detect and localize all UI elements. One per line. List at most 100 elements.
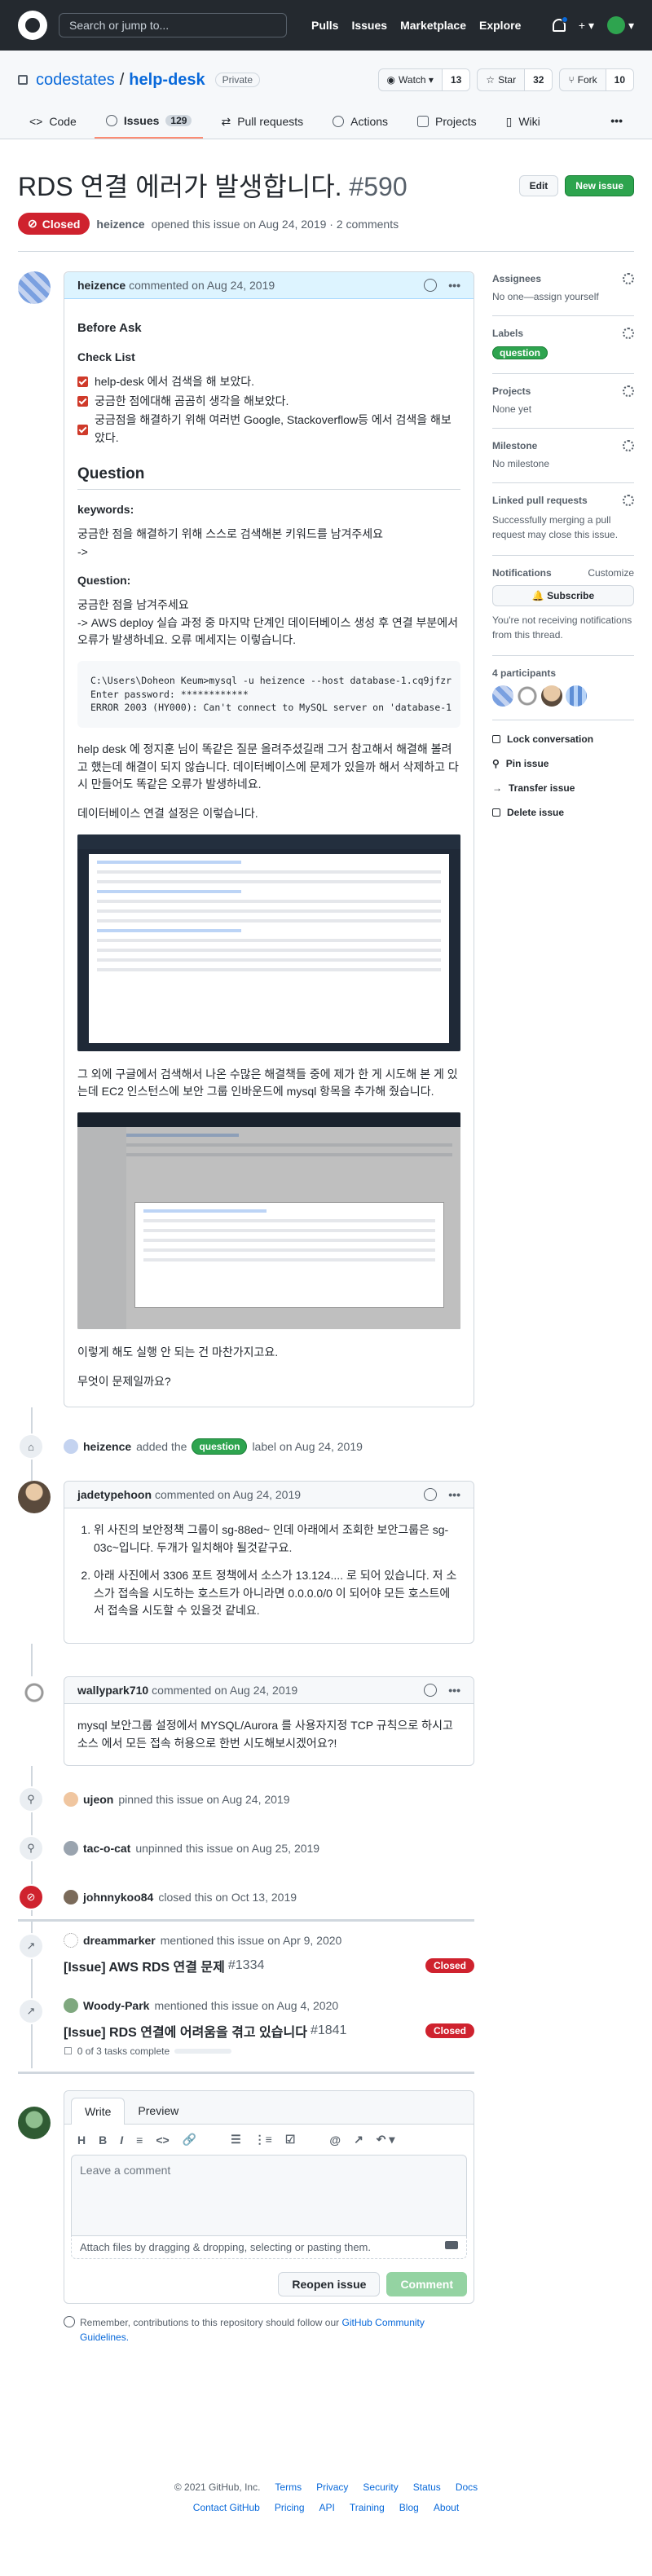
- participant-avatar[interactable]: [492, 685, 513, 707]
- comment-time[interactable]: commented on Aug 24, 2019: [129, 279, 275, 292]
- gear-icon[interactable]: [623, 495, 634, 506]
- comment-time[interactable]: commented on Aug 24, 2019: [155, 1488, 301, 1501]
- star-count[interactable]: 32: [525, 69, 553, 90]
- participant-avatar[interactable]: [566, 685, 587, 707]
- user-menu-caret-icon[interactable]: ▾: [628, 19, 634, 33]
- edit-button[interactable]: Edit: [518, 175, 559, 196]
- tab-code[interactable]: <> Code: [18, 108, 88, 139]
- comment-more-button[interactable]: •••: [448, 1488, 460, 1501]
- xref-issue-number[interactable]: #1334: [228, 1958, 265, 1973]
- code-icon[interactable]: <>: [156, 2133, 169, 2147]
- user-avatar[interactable]: [606, 16, 625, 34]
- bold-icon[interactable]: B: [99, 2133, 107, 2147]
- customize-link[interactable]: Customize: [588, 567, 634, 579]
- tab-wiki[interactable]: ▯ Wiki: [495, 108, 552, 139]
- nav-pulls[interactable]: Pulls: [311, 19, 338, 32]
- issue-author-link[interactable]: heizence: [96, 218, 144, 231]
- event-actor[interactable]: tac-o-cat: [83, 1842, 130, 1855]
- event-actor[interactable]: johnnykoo84: [83, 1891, 153, 1904]
- avatar[interactable]: [64, 1933, 78, 1949]
- heading-icon[interactable]: H: [77, 2133, 86, 2147]
- xref-issue-title[interactable]: [Issue] AWS RDS 연결 문제: [64, 1956, 225, 1975]
- avatar[interactable]: [64, 1841, 78, 1856]
- cross-reference-icon[interactable]: ↗: [354, 2133, 363, 2147]
- footer-link[interactable]: Terms: [275, 2477, 302, 2498]
- footer-link[interactable]: Blog: [399, 2498, 419, 2518]
- tab-actions[interactable]: Actions: [321, 108, 399, 139]
- participant-avatar[interactable]: [541, 685, 562, 707]
- search-input[interactable]: Search or jump to...: [59, 13, 287, 37]
- pin-issue-button[interactable]: ⚲ Pin issue: [492, 751, 634, 776]
- comment-more-button[interactable]: •••: [448, 1684, 460, 1697]
- footer-link[interactable]: Security: [363, 2477, 398, 2498]
- avatar[interactable]: [64, 1792, 78, 1808]
- repo-owner-link[interactable]: codestates: [36, 71, 115, 90]
- comment-author[interactable]: heizence: [77, 279, 126, 292]
- new-issue-button[interactable]: New issue: [565, 175, 634, 196]
- more-tabs-button[interactable]: •••: [599, 108, 634, 139]
- gear-icon[interactable]: [623, 328, 634, 339]
- footer-link[interactable]: API: [319, 2498, 335, 2518]
- gear-icon[interactable]: [623, 440, 634, 451]
- screenshot-image-security-group[interactable]: [77, 1112, 460, 1330]
- avatar[interactable]: [64, 1890, 78, 1905]
- assignees-value[interactable]: No one—assign yourself: [492, 291, 634, 302]
- nav-issues[interactable]: Issues: [351, 19, 387, 32]
- footer-link[interactable]: Pricing: [275, 2498, 305, 2518]
- ordered-list-icon[interactable]: ⋮≡: [254, 2133, 272, 2147]
- italic-icon[interactable]: I: [120, 2133, 123, 2147]
- link-icon[interactable]: 🔗: [183, 2133, 196, 2147]
- subscribe-button[interactable]: 🔔 Subscribe: [492, 585, 634, 606]
- comment-time[interactable]: commented on Aug 24, 2019: [152, 1684, 297, 1697]
- comment-more-button[interactable]: •••: [448, 279, 460, 292]
- tab-write[interactable]: Write: [71, 2098, 126, 2125]
- fork-count[interactable]: 10: [606, 69, 633, 90]
- footer-link[interactable]: Docs: [456, 2477, 478, 2498]
- notification-bell-icon[interactable]: [552, 16, 568, 32]
- delete-issue-button[interactable]: Delete issue: [492, 800, 634, 825]
- comment-author[interactable]: wallypark710: [77, 1684, 148, 1697]
- gear-icon[interactable]: [623, 385, 634, 397]
- mention-icon[interactable]: @: [329, 2133, 341, 2147]
- watch-count[interactable]: 13: [442, 69, 470, 90]
- tab-issues[interactable]: Issues 129: [94, 108, 204, 139]
- event-actor[interactable]: dreammarker: [83, 1934, 156, 1947]
- unordered-list-icon[interactable]: ☰: [231, 2133, 241, 2147]
- avatar[interactable]: [18, 271, 51, 304]
- xref-issue-title[interactable]: [Issue] RDS 연결에 어려움을 겪고 있습니다: [64, 2021, 307, 2041]
- participant-avatar[interactable]: [517, 685, 538, 707]
- xref-issue-number[interactable]: #1841: [311, 2023, 347, 2038]
- avatar[interactable]: [64, 1998, 78, 2014]
- comment-textarea[interactable]: Leave a comment: [71, 2155, 467, 2237]
- gear-icon[interactable]: [623, 273, 634, 284]
- tab-pull-requests[interactable]: ⇄ Pull requests: [209, 108, 315, 139]
- tab-projects[interactable]: Projects: [406, 108, 488, 139]
- label-question[interactable]: question: [192, 1438, 248, 1455]
- watch-button[interactable]: ◉ Watch ▾ 13: [377, 68, 471, 91]
- comment-author[interactable]: jadetypehoon: [77, 1488, 152, 1501]
- event-actor[interactable]: Woody-Park: [83, 1999, 149, 2012]
- avatar[interactable]: [18, 1481, 51, 1514]
- task-list-icon[interactable]: ☑: [285, 2133, 296, 2147]
- avatar[interactable]: [18, 1676, 51, 1709]
- lock-conversation-button[interactable]: Lock conversation: [492, 727, 634, 751]
- github-logo-icon[interactable]: [18, 11, 47, 40]
- fork-button[interactable]: ⑂ Fork 10: [559, 68, 634, 91]
- add-reaction-icon[interactable]: [424, 1488, 438, 1502]
- markdown-icon[interactable]: [445, 2241, 458, 2250]
- footer-link[interactable]: About: [434, 2498, 459, 2518]
- create-new-menu[interactable]: + ▾: [579, 19, 594, 33]
- nav-explore[interactable]: Explore: [479, 19, 521, 32]
- nav-marketplace[interactable]: Marketplace: [400, 19, 466, 32]
- footer-link[interactable]: Contact GitHub: [193, 2498, 260, 2518]
- quote-icon[interactable]: ≡: [136, 2133, 143, 2147]
- comment-button[interactable]: Comment: [386, 2272, 467, 2297]
- transfer-issue-button[interactable]: → Transfer issue: [492, 776, 634, 800]
- footer-link[interactable]: Training: [350, 2498, 385, 2518]
- reopen-issue-button[interactable]: Reopen issue: [278, 2272, 381, 2297]
- repo-name-link[interactable]: help-desk: [129, 71, 205, 90]
- label-question[interactable]: question: [492, 346, 548, 359]
- add-reaction-icon[interactable]: [424, 1683, 438, 1697]
- star-button[interactable]: ☆ Star 32: [477, 68, 553, 91]
- event-actor[interactable]: ujeon: [83, 1793, 113, 1806]
